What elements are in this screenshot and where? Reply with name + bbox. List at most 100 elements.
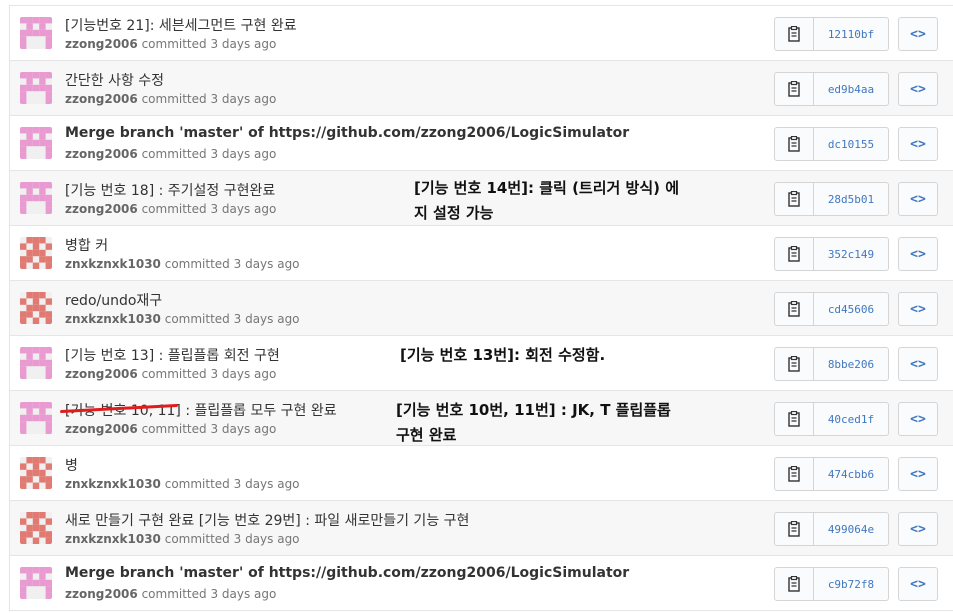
avatar[interactable]: [20, 457, 52, 489]
avatar[interactable]: [20, 347, 52, 379]
clipboard-icon: [788, 81, 800, 97]
sha-button-group: ed9b4aa: [774, 72, 889, 106]
code-icon: <>: [910, 466, 926, 482]
commit-author[interactable]: zzong2006: [65, 37, 138, 51]
commit-sha-link[interactable]: ed9b4aa: [814, 73, 888, 105]
clipboard-icon: [788, 411, 800, 427]
commit-action: committed: [141, 147, 207, 161]
copy-sha-button[interactable]: [775, 293, 814, 325]
clipboard-icon: [788, 26, 800, 42]
browse-repo-button[interactable]: <>: [898, 402, 938, 436]
commit-sha-link[interactable]: 474cbb6: [814, 458, 888, 490]
commit-sha-link[interactable]: c9b72f8: [814, 568, 888, 600]
sha-button-group: 8bbe206: [774, 347, 889, 381]
commit-row: 새로 만들기 구현 완료 [기능 번호 29번] : 파일 새로만들기 기능 구…: [9, 501, 953, 556]
avatar[interactable]: [20, 567, 52, 599]
commit-sha-link[interactable]: dc10155: [814, 128, 888, 160]
copy-sha-button[interactable]: [775, 568, 814, 600]
commit-title[interactable]: [기능 번호 13] : 플립플롭 회전 구현: [65, 345, 280, 365]
browse-repo-button[interactable]: <>: [898, 567, 938, 601]
browse-repo-button[interactable]: <>: [898, 292, 938, 326]
commit-title[interactable]: [기능번호 21]: 세븐세그먼트 구현 완료: [65, 15, 297, 35]
commit-action: committed: [141, 92, 207, 106]
commit-title[interactable]: 병합 커: [65, 235, 108, 255]
commit-author[interactable]: zzong2006: [65, 92, 138, 106]
commit-author[interactable]: znxkznxk1030: [65, 257, 161, 271]
commit-author[interactable]: zzong2006: [65, 587, 138, 601]
avatar[interactable]: [20, 127, 52, 159]
commit-sha-link[interactable]: 499064e: [814, 513, 888, 545]
clipboard-icon: [788, 356, 800, 372]
browse-repo-button[interactable]: <>: [898, 72, 938, 106]
commit-meta: znxkznxk1030 committed 3 days ago: [65, 477, 300, 491]
commit-action: committed: [141, 202, 207, 216]
avatar[interactable]: [20, 182, 52, 214]
browse-repo-button[interactable]: <>: [898, 347, 938, 381]
commit-author[interactable]: znxkznxk1030: [65, 477, 161, 491]
code-icon: <>: [910, 26, 926, 42]
commit-author[interactable]: zzong2006: [65, 367, 138, 381]
commit-meta: znxkznxk1030 committed 3 days ago: [65, 312, 300, 326]
copy-sha-button[interactable]: [775, 73, 814, 105]
clipboard-icon: [788, 521, 800, 537]
sha-button-group: 40ced1f: [774, 402, 889, 436]
commit-title[interactable]: redo/undo재구: [65, 290, 162, 310]
code-icon: <>: [910, 301, 926, 317]
commit-sha-link[interactable]: 28d5b01: [814, 183, 888, 215]
avatar[interactable]: [20, 17, 52, 49]
commit-title[interactable]: 새로 만들기 구현 완료 [기능 번호 29번] : 파일 새로만들기 기능 구…: [65, 510, 469, 530]
annotation-note-14: [기능 번호 14번]: 클릭 (트리거 방식) 에 지 설정 가능: [414, 176, 679, 226]
commit-sha-link[interactable]: 40ced1f: [814, 403, 888, 435]
copy-sha-button[interactable]: [775, 403, 814, 435]
copy-sha-button[interactable]: [775, 18, 814, 50]
commit-time: 3 days ago: [210, 587, 277, 601]
annotation-note-14-line1: [기능 번호 14번]: 클릭 (트리거 방식) 에: [414, 179, 680, 197]
commit-time: 3 days ago: [210, 367, 277, 381]
commit-title[interactable]: 병: [65, 455, 78, 475]
commit-row: Merge branch 'master' of https://github.…: [9, 116, 953, 171]
browse-repo-button[interactable]: <>: [898, 237, 938, 271]
commit-time: 3 days ago: [233, 312, 300, 326]
commit-author[interactable]: zzong2006: [65, 202, 138, 216]
commit-author[interactable]: zzong2006: [65, 422, 138, 436]
copy-sha-button[interactable]: [775, 183, 814, 215]
browse-repo-button[interactable]: <>: [898, 127, 938, 161]
commit-sha-link[interactable]: cd45606: [814, 293, 888, 325]
commit-sha-link[interactable]: 8bbe206: [814, 348, 888, 380]
browse-repo-button[interactable]: <>: [898, 182, 938, 216]
commit-title[interactable]: Merge branch 'master' of https://github.…: [65, 125, 629, 141]
code-icon: <>: [910, 246, 926, 262]
copy-sha-button[interactable]: [775, 128, 814, 160]
sha-button-group: c9b72f8: [774, 567, 889, 601]
commit-action: committed: [141, 37, 207, 51]
commit-meta: zzong2006 committed 3 days ago: [65, 367, 276, 381]
commit-time: 3 days ago: [210, 147, 277, 161]
avatar[interactable]: [20, 237, 52, 269]
commit-title[interactable]: 간단한 사항 수정: [65, 70, 164, 90]
copy-sha-button[interactable]: [775, 238, 814, 270]
avatar[interactable]: [20, 512, 52, 544]
commit-author[interactable]: znxkznxk1030: [65, 312, 161, 326]
commit-author[interactable]: znxkznxk1030: [65, 532, 161, 546]
commit-author[interactable]: zzong2006: [65, 147, 138, 161]
commit-sha-link[interactable]: 12110bf: [814, 18, 888, 50]
commit-time: 3 days ago: [210, 92, 277, 106]
commit-title[interactable]: [기능 번호 18] : 주기설정 구현완료: [65, 180, 275, 200]
browse-repo-button[interactable]: <>: [898, 457, 938, 491]
commit-sha-link[interactable]: 352c149: [814, 238, 888, 270]
copy-sha-button[interactable]: [775, 348, 814, 380]
annotation-note-10-11-line2: 구현 완료: [396, 426, 457, 444]
annotation-note-14-line2: 지 설정 가능: [414, 204, 494, 222]
copy-sha-button[interactable]: [775, 513, 814, 545]
browse-repo-button[interactable]: <>: [898, 17, 938, 51]
avatar[interactable]: [20, 402, 52, 434]
copy-sha-button[interactable]: [775, 458, 814, 490]
browse-repo-button[interactable]: <>: [898, 512, 938, 546]
commit-title[interactable]: Merge branch 'master' of https://github.…: [65, 565, 629, 581]
avatar[interactable]: [20, 292, 52, 324]
commit-action: committed: [164, 532, 230, 546]
sha-button-group: 352c149: [774, 237, 889, 271]
sha-button-group: 499064e: [774, 512, 889, 546]
clipboard-icon: [788, 136, 800, 152]
avatar[interactable]: [20, 72, 52, 104]
